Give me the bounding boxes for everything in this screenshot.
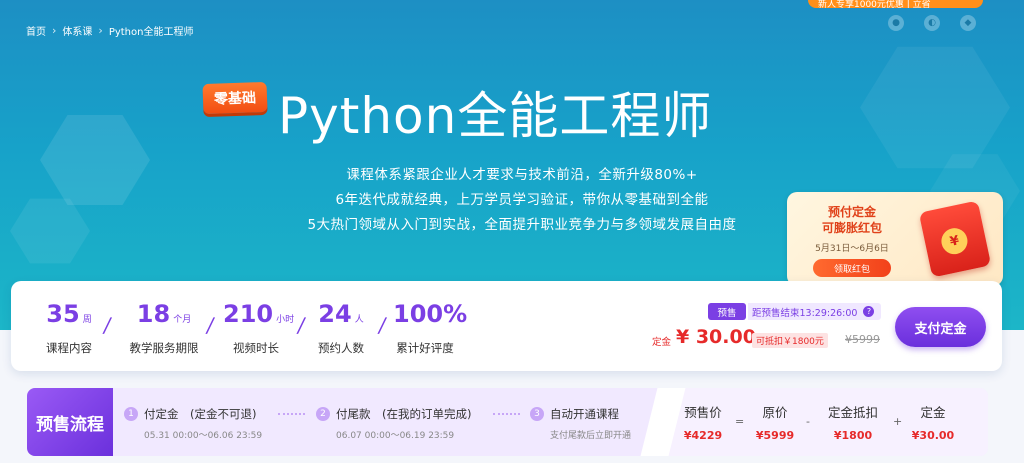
stat-reservations: 24 人 预约人数 [311,298,371,356]
flow-step-2: 2 付尾款 (在我的订单完成) 06.07 00:00～06.19 23:59 [316,406,471,441]
step-title: 付定金 (定金不可退) [144,407,257,421]
zero-basis-tag: 零基础 [202,81,268,115]
step-time: 支付尾款后立即开通 [550,431,632,441]
step-number: 3 [530,407,544,421]
minus-sign: - [806,415,810,428]
deposit-col: 定金 ¥30.00 [911,402,955,442]
step-title: 付尾款 (在我的订单完成) [336,407,472,421]
step-time: 06.07 00:00～06.19 23:59 [336,431,455,441]
breadcrumb-current: Python全能工程师 [108,27,194,38]
wechat-icon[interactable]: ● [888,15,904,31]
stat-label: 预约人数 [318,341,364,355]
breadcrumb: 首页 › 体系课 › Python全能工程师 [26,23,193,38]
price-value: ¥4229 [683,429,723,442]
stat-label: 视频时长 [233,341,279,355]
price-value: ¥1800 [833,429,873,442]
chevron-right-icon: › [52,24,57,37]
stat-value: 100% [393,300,468,328]
social-share: ● ◐ ◆ [888,15,976,31]
deduct-badge: 可抵扣￥1800元 [752,333,828,348]
new-user-coupon-badge[interactable]: 新人专享1000元优惠 | 立省 [808,0,983,8]
weibo-icon[interactable]: ◐ [924,15,940,31]
stat-value: 24 [318,300,352,328]
step-connector [278,413,305,415]
coin-icon: ¥ [939,225,970,257]
step-connector [493,413,520,415]
red-envelope-icon: ¥ [918,200,992,278]
help-icon[interactable]: ? [863,306,875,317]
claim-red-packet-button[interactable]: 领取红包 [813,259,891,277]
breadcrumb-home[interactable]: 首页 [26,23,46,38]
stat-label: 课程内容 [46,341,92,355]
original-price: ¥5999 [845,333,880,346]
stat-unit: 人 [354,315,364,325]
chevron-right-icon: › [98,24,103,37]
stat-value: 35 [46,300,80,328]
divider-slash: / [295,313,307,337]
presale-flow: 预售流程 1 付定金 (定金不可退) 05.31 00:00～06.06 23:5… [27,388,988,456]
price-value: ¥30.00 [911,429,955,442]
stat-value: 18 [136,300,171,328]
stat-unit: 个月 [173,315,192,325]
step-number: 2 [316,407,330,421]
divider-slash: / [376,313,388,337]
stat-course-content: 35 周 课程内容 [31,298,107,356]
presale-flow-label: 预售流程 [27,388,113,456]
deposit-price: ¥ 30.00 [676,326,756,348]
page-title: Python全能工程师 [278,87,713,145]
step-time: 05.31 00:00～06.06 23:59 [144,431,263,441]
price-title: 定金抵扣 [827,405,878,420]
stat-unit: 周 [82,315,92,325]
red-packet-title: 预付定金 可膨胀红包 [787,204,917,236]
price-value: ¥5999 [755,429,795,442]
stat-label: 教学服务期限 [129,341,199,355]
flow-step-3: 3 自动开通课程 支付尾款后立即开通 [530,406,631,441]
red-packet-title-line: 可膨胀红包 [821,221,882,235]
red-packet-title-line: 预付定金 [827,205,876,219]
breadcrumb-system-course[interactable]: 体系课 [62,23,92,38]
countdown-text: 距预售结束13:29:26:00 [752,307,858,319]
plus-sign: + [893,415,903,428]
description-line: 课程体系紧跟企业人才要求与技术前沿，全新升级80%+ [346,167,698,183]
step-title: 自动开通课程 [550,407,619,421]
pay-deposit-button[interactable]: 支付定金 [895,307,986,347]
stat-rating: 100% 累计好评度 [393,298,467,356]
presale-tag: 预售 [708,303,746,320]
qq-icon[interactable]: ◆ [960,15,976,31]
red-packet-card: 预付定金 可膨胀红包 5月31日～6月6日 领取红包 ¥ [787,192,1003,286]
stat-unit: 小时 [276,315,295,325]
stat-label: 累计好评度 [396,341,454,355]
price-title: 定金 [920,405,946,420]
step-number: 1 [124,407,138,421]
stat-value: 210 [223,300,274,328]
price-title: 预售价 [684,405,722,420]
red-packet-date: 5月31日～6月6日 [815,244,889,254]
deposit-label: 定金 [652,337,672,348]
stat-service-period: 18 个月 教学服务期限 [119,298,209,356]
price-title: 原价 [762,405,788,420]
origin-price-col: 原价 ¥5999 [753,402,797,442]
stat-video-duration: 210 小时 视频时长 [223,298,294,356]
deposit-deduct-col: 定金抵扣 ¥1800 [823,402,883,442]
flow-step-1: 1 付定金 (定金不可退) 05.31 00:00～06.06 23:59 [124,406,262,441]
equals-sign: = [735,415,745,428]
presale-countdown: 距预售结束13:29:26:00 ? [748,303,881,320]
course-stats-card: 35 周 课程内容 / 18 个月 教学服务期限 / 210 小时 视频时长 / 24… [11,281,1002,371]
presale-price: 预售价 ¥4229 [679,402,727,442]
